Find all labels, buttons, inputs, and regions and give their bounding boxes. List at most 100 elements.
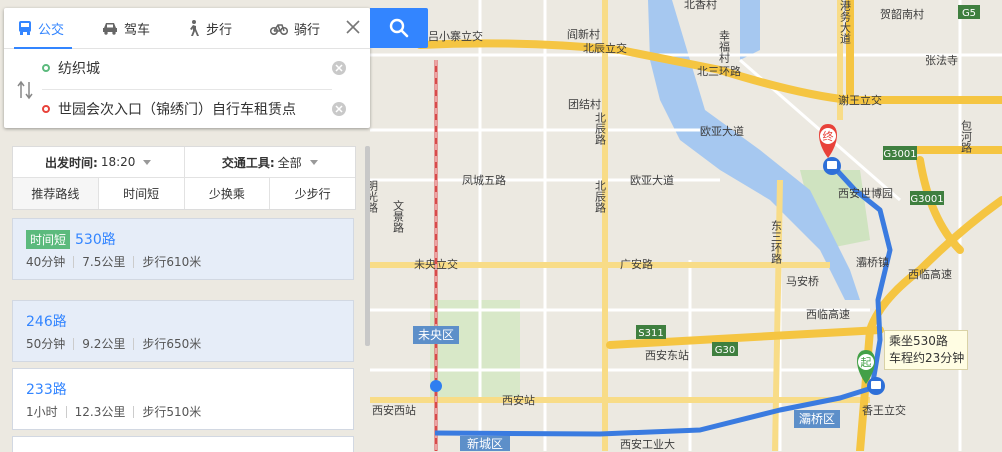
depart-time-select[interactable]: 出发时间: 18:20 (13, 147, 184, 177)
search-box: 公交 驾车 步行 骑行 纺织城 世园会次入口（锦绣门）自行车租赁点 (4, 8, 370, 128)
district-label-baqiao: 灞桥区 (799, 412, 835, 426)
route-badge: 时间短 (26, 229, 71, 249)
svg-text:G30: G30 (715, 345, 735, 356)
callout-line1: 乘坐530路 (889, 334, 948, 348)
sort-tab-fewer-transfers[interactable]: 少换乘 (183, 178, 270, 209)
svg-text:西临高速: 西临高速 (806, 307, 850, 321)
route-walk: 步行610米 (133, 256, 209, 268)
svg-text:东三环路: 东三环路 (770, 220, 783, 265)
svg-text:G3001: G3001 (910, 194, 943, 205)
district-label-weiyang: 未央区 (418, 328, 454, 342)
route-distance: 9.2公里 (73, 338, 133, 350)
route-name: 530路 (75, 232, 116, 248)
route-distance: 12.3公里 (65, 406, 134, 418)
svg-text:欧亚大道: 欧亚大道 (630, 173, 674, 187)
chevron-down-icon (143, 159, 152, 165)
svg-text:广安路: 广安路 (620, 257, 653, 271)
svg-text:未央立交: 未央立交 (414, 257, 458, 271)
district-label-xincheng: 新城区 (467, 436, 503, 451)
callout-line2: 车程约23分钟 (889, 351, 965, 365)
current-location-dot (430, 380, 442, 392)
bike-icon (270, 23, 288, 35)
svg-text:灞桥镇: 灞桥镇 (856, 255, 889, 269)
start-marker-label: 起 (861, 356, 872, 369)
route-item-2[interactable]: 246路 50分钟 9.2公里 步行650米 (12, 300, 354, 362)
svg-text:张法寺: 张法寺 (925, 53, 958, 67)
tab-car[interactable]: 驾车 (88, 8, 172, 48)
svg-text:北辰立交: 北辰立交 (583, 41, 627, 55)
svg-text:西安工业大: 西安工业大 (620, 437, 675, 451)
origin-dot-icon (42, 64, 50, 72)
search-button[interactable] (370, 8, 428, 48)
svg-text:马安桥: 马安桥 (786, 274, 819, 288)
tab-label: 驾车 (124, 22, 151, 38)
car-icon (103, 22, 117, 35)
route-item-4-partial[interactable] (12, 436, 354, 452)
tab-label: 公交 (38, 22, 65, 38)
route-name: 246路 (26, 314, 67, 330)
search-icon (389, 18, 409, 38)
route-options: 出发时间: 18:20 交通工具: 全部 推荐路线 时间短 少换乘 少步行 (12, 146, 356, 210)
destination-dot-icon (42, 105, 50, 113)
origin-field[interactable]: 纺织城 (42, 51, 346, 85)
svg-text:阎新村: 阎新村 (567, 27, 600, 41)
route-distance: 7.5公里 (73, 256, 133, 268)
route-item-3[interactable]: 233路 1小时 12.3公里 步行510米 (12, 368, 354, 430)
origin-input[interactable]: 纺织城 (58, 58, 100, 78)
svg-text:西安世博园: 西安世博园 (838, 186, 893, 200)
transport-tabs: 公交 驾车 步行 骑行 (4, 8, 370, 49)
svg-text:西安东站: 西安东站 (645, 348, 689, 362)
svg-text:文景路: 文景路 (392, 199, 405, 234)
bus-stop-icon-end (823, 157, 841, 175)
panel-scrollbar[interactable] (365, 146, 370, 346)
tab-label: 步行 (206, 22, 233, 38)
tab-label: 骑行 (294, 22, 321, 38)
svg-text:北三环路: 北三环路 (697, 65, 741, 78)
tab-bike[interactable]: 骑行 (256, 8, 340, 48)
route-walk: 步行650米 (133, 338, 209, 350)
svg-text:吕小寨立交: 吕小寨立交 (428, 29, 483, 43)
svg-text:G3001: G3001 (883, 149, 916, 160)
svg-text:北辰路: 北辰路 (594, 112, 607, 146)
svg-text:西安西站: 西安西站 (372, 403, 416, 417)
sort-tab-fastest[interactable]: 时间短 (97, 178, 184, 209)
end-marker-label: 终 (823, 129, 834, 143)
svg-text:西临高速: 西临高速 (908, 267, 952, 281)
route-duration: 40分钟 (26, 255, 66, 269)
svg-text:香王立交: 香王立交 (862, 403, 906, 417)
destination-input[interactable]: 世园会次入口（锦绣门）自行车租赁点 (58, 99, 296, 119)
sort-tab-less-walking[interactable]: 少步行 (269, 178, 355, 209)
svg-text:谢王立交: 谢王立交 (838, 93, 882, 107)
svg-text:包河路: 包河路 (960, 120, 973, 154)
route-panel: 公交 驾车 步行 骑行 纺织城 世园会次入口（锦绣门）自行车租赁点 出发时间: … (0, 0, 428, 452)
svg-text:北辰路: 北辰路 (594, 180, 607, 214)
svg-text:西安站: 西安站 (502, 393, 535, 407)
svg-text:G5: G5 (962, 8, 976, 19)
close-icon[interactable] (344, 18, 362, 36)
depart-time-value: 18:20 (100, 155, 136, 169)
bus-stop-icon-start (867, 377, 885, 395)
svg-text:港务大道: 港务大道 (839, 0, 852, 44)
route-duration: 1小时 (26, 405, 58, 419)
svg-text:贺韶南村: 贺韶南村 (880, 7, 924, 21)
svg-text:欧亚大道: 欧亚大道 (700, 124, 744, 138)
svg-text:北香村: 北香村 (684, 0, 717, 11)
bus-icon (19, 20, 31, 35)
transport-mode-label: 交通工具: (221, 155, 275, 170)
clear-destination-icon[interactable] (332, 102, 346, 116)
svg-text:S311: S311 (638, 328, 663, 339)
route-callout: 乘坐530路 车程约23分钟 (884, 330, 968, 370)
svg-text:团结村: 团结村 (568, 97, 601, 111)
tab-walk[interactable]: 步行 (172, 8, 256, 48)
svg-text:凤城五路: 凤城五路 (462, 174, 506, 187)
clear-origin-icon[interactable] (332, 61, 346, 75)
route-name: 233路 (26, 382, 67, 398)
swap-icon[interactable] (16, 80, 34, 100)
sort-tab-recommended[interactable]: 推荐路线 (13, 178, 98, 209)
walk-icon (190, 20, 199, 36)
destination-field[interactable]: 世园会次入口（锦绣门）自行车租赁点 (42, 92, 346, 126)
svg-text:幸福村: 幸福村 (718, 30, 731, 63)
tab-bus[interactable]: 公交 (4, 8, 88, 48)
transport-mode-select[interactable]: 交通工具: 全部 (183, 147, 356, 177)
route-item-1[interactable]: 时间短 530路 40分钟 7.5公里 步行610米 (12, 218, 354, 280)
